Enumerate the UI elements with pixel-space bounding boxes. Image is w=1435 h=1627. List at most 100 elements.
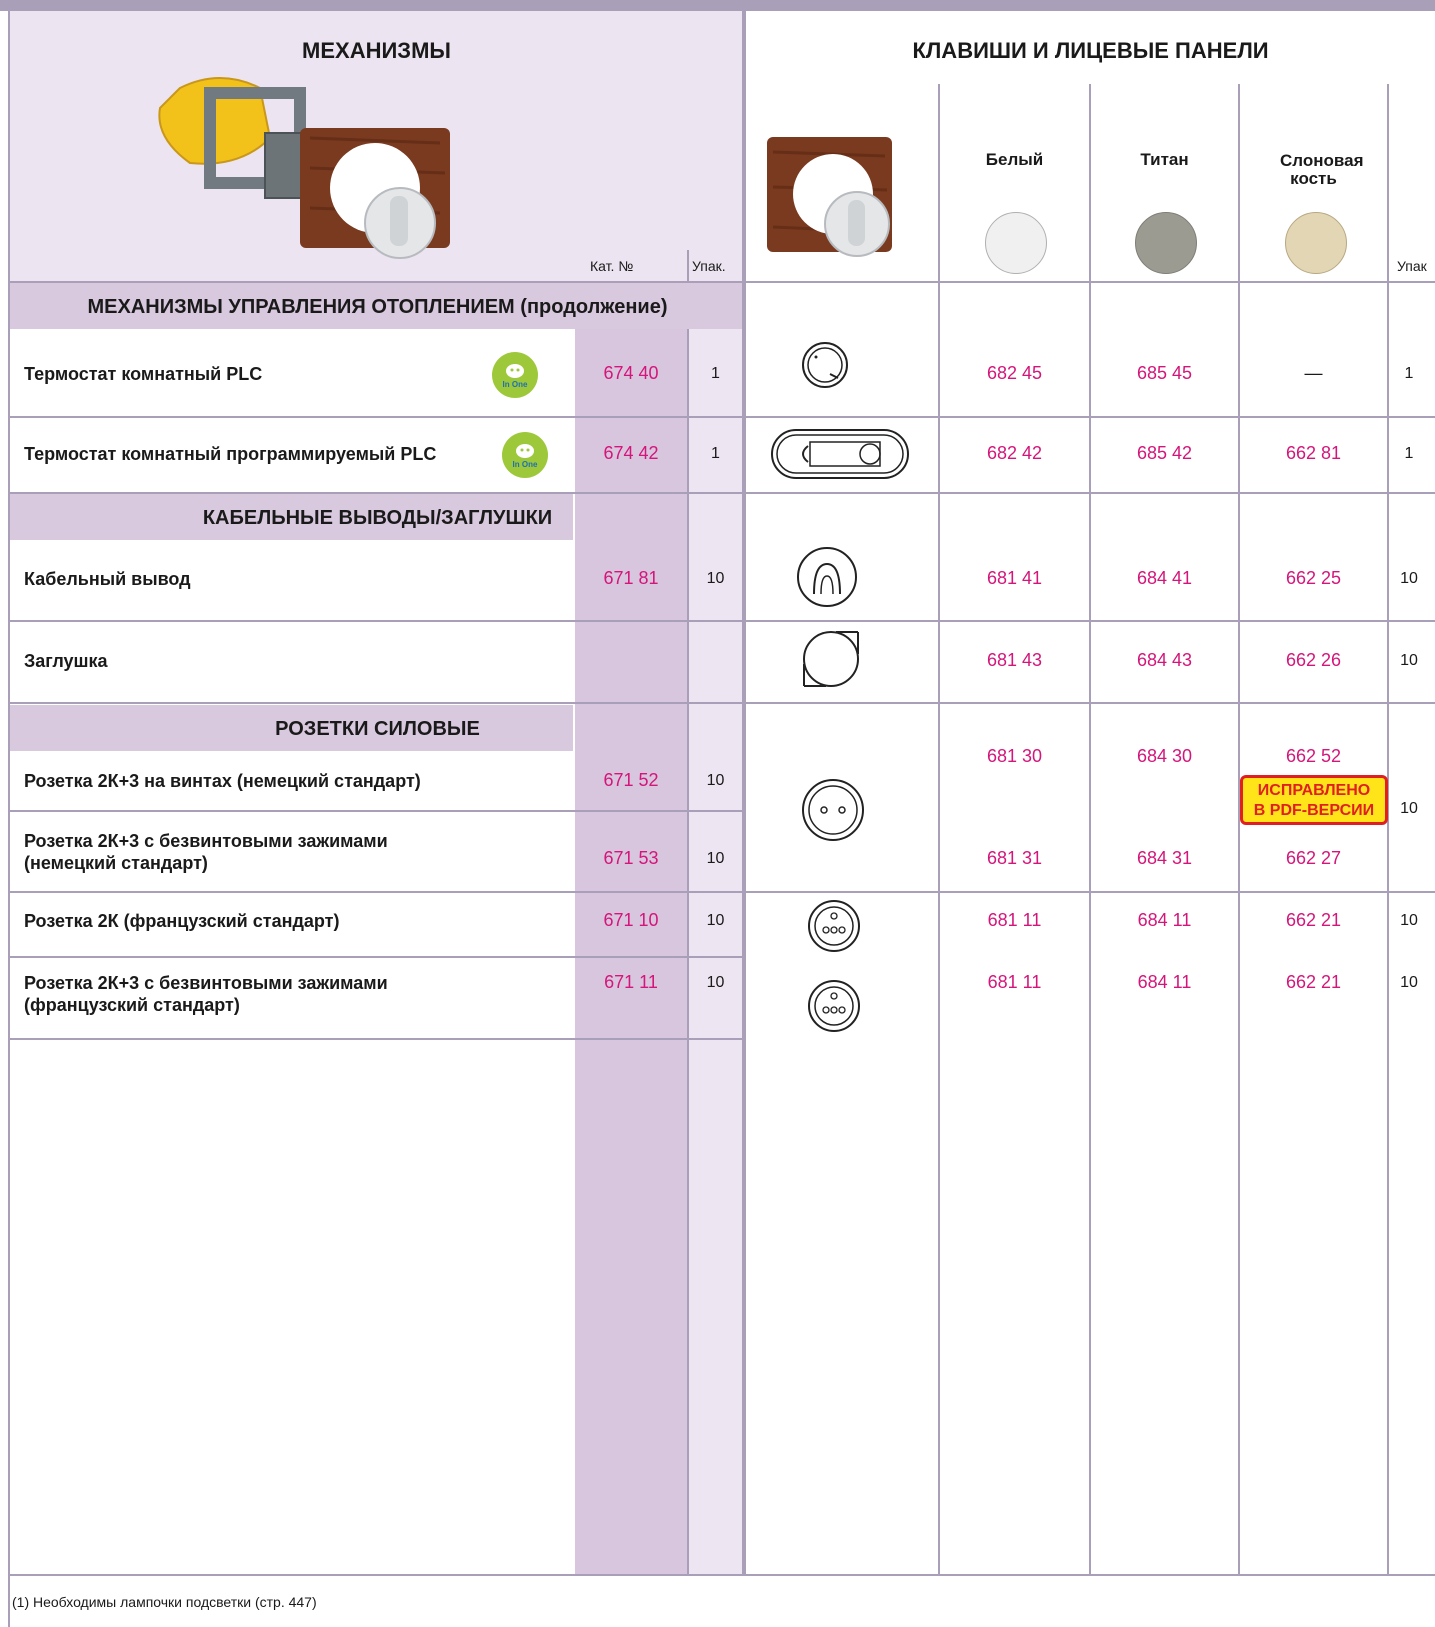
- left-header-title: МЕХАНИЗМЫ: [302, 38, 451, 63]
- swatch-white: [985, 212, 1047, 274]
- ivory-cat-number[interactable]: 662 25: [1240, 568, 1387, 589]
- plate-product-image: [767, 137, 892, 257]
- color-ivory-label: Слоновая кость: [1280, 151, 1364, 188]
- cat-number[interactable]: 671 53: [575, 848, 687, 869]
- blank-cover-icon: [803, 631, 859, 687]
- pack-qty-right: 10: [1400, 912, 1418, 929]
- mechanism-product-image: [158, 77, 450, 259]
- section-sockets-title: РОЗЕТКИ СИЛОВЫЕ: [275, 718, 480, 740]
- titan-cat-number[interactable]: 684 11: [1091, 910, 1238, 931]
- pack-qty: 1: [711, 445, 720, 462]
- plug-face-icon: [506, 363, 524, 378]
- row-label-thermostat-programmable: Термостат комнатный программируемый PLC: [24, 444, 437, 464]
- pack-qty-right: 1: [1404, 445, 1414, 462]
- cat-number[interactable]: 674 42: [575, 443, 687, 464]
- pack-qty: 10: [706, 772, 725, 789]
- titan-cat-number[interactable]: 685 45: [1091, 363, 1238, 384]
- cat-number-header: Кат. №: [590, 258, 634, 274]
- row-line-5-left: [8, 810, 745, 812]
- row-line-8-left: [8, 1038, 745, 1040]
- plug-face-icon: [516, 443, 534, 458]
- correction-stamp: ИСПРАВЛЕНО В PDF-ВЕРСИИ: [1240, 775, 1388, 825]
- cable-outlet-icon: [797, 547, 857, 607]
- white-cat-number[interactable]: 682 42: [940, 443, 1089, 464]
- row-line-4: [8, 702, 1435, 704]
- titan-cat-number[interactable]: 684 41: [1091, 568, 1238, 589]
- outer-left-border: [8, 11, 10, 1627]
- titan-cat-number[interactable]: 685 42: [1091, 443, 1238, 464]
- cat-number[interactable]: 671 11: [575, 972, 687, 993]
- swatch-ivory: [1285, 212, 1347, 274]
- thermostat-icon: [802, 342, 848, 388]
- ivory-cat-number[interactable]: 662 21: [1240, 910, 1387, 931]
- row-label-socket-french-screwless-l1: Розетка 2К+3 с безвинтовыми зажимами: [24, 973, 388, 993]
- in-one-badge-label: In One: [512, 459, 538, 469]
- french-socket-icon: [808, 980, 860, 1032]
- center-divider: [742, 11, 746, 1574]
- header-bottom-line: [8, 281, 1435, 283]
- col-white-left: [938, 84, 940, 1574]
- cat-number[interactable]: 671 81: [575, 568, 687, 589]
- row-label-blank-cover: Заглушка: [24, 651, 108, 671]
- white-cat-number[interactable]: 681 30: [940, 746, 1089, 767]
- titan-cat-number[interactable]: 684 30: [1091, 746, 1238, 767]
- pack-qty: 10: [706, 912, 725, 929]
- pack-header-right: Упак: [1397, 258, 1427, 274]
- pack-qty: 10: [706, 850, 725, 867]
- section-heating-title: МЕХАНИЗМЫ УПРАВЛЕНИЯ ОТОПЛЕНИЕМ (продолж…: [87, 296, 668, 318]
- row-line-2: [8, 492, 1435, 494]
- row-label-cable-outlet: Кабельный вывод: [24, 569, 191, 589]
- titan-cat-number[interactable]: 684 11: [1091, 972, 1238, 993]
- row-label-socket-german-screwless-l2: (немецкий стандарт): [24, 853, 208, 873]
- row-label-thermostat: Термостат комнатный PLC: [24, 364, 263, 384]
- french-socket-icon: [808, 900, 860, 952]
- correction-stamp-line1: ИСПРАВЛЕНО: [1257, 782, 1371, 799]
- in-one-badge-label: In One: [502, 379, 528, 389]
- pack-header-left: Упак.: [692, 258, 726, 274]
- white-cat-number[interactable]: 681 43: [940, 650, 1089, 671]
- row-label-socket-german-screw: Розетка 2К+3 на винтах (немецкий стандар…: [24, 771, 421, 791]
- cat-number[interactable]: 671 52: [575, 770, 687, 791]
- col-ivory-left: [1238, 84, 1240, 1574]
- white-cat-number[interactable]: 681 11: [940, 910, 1089, 931]
- programmable-thermostat-icon: [771, 429, 909, 479]
- ivory-cat-number[interactable]: 662 52: [1240, 746, 1387, 767]
- cat-number[interactable]: 671 10: [575, 910, 687, 931]
- row-label-socket-french: Розетка 2К (французский стандарт): [24, 911, 340, 931]
- white-cat-number[interactable]: 682 45: [940, 363, 1089, 384]
- row-line-3: [8, 620, 1435, 622]
- ivory-cat-number[interactable]: 662 81: [1240, 443, 1387, 464]
- pack-qty: 10: [706, 570, 725, 587]
- row-line-1: [8, 416, 1435, 418]
- row-line-7-left: [8, 956, 745, 958]
- white-cat-number[interactable]: 681 41: [940, 568, 1089, 589]
- pack-qty-right: 10: [1400, 570, 1418, 587]
- white-cat-number[interactable]: 681 31: [940, 848, 1089, 869]
- table-bottom-line: [8, 1574, 1435, 1576]
- top-band: [0, 0, 1435, 11]
- ivory-cat-number: —: [1304, 363, 1323, 383]
- color-titan-label: Титан: [1140, 150, 1189, 169]
- pack-qty-right: 10: [1400, 652, 1418, 669]
- ivory-cat-number[interactable]: 662 21: [1240, 972, 1387, 993]
- row-line-6: [8, 891, 1435, 893]
- row-label-socket-french-screwless-l2: (французский стандарт): [24, 995, 240, 1015]
- color-white-label: Белый: [985, 150, 1044, 169]
- footnote: (1) Необходимы лампочки подсветки (стр. …: [12, 1594, 317, 1610]
- ivory-cat-number[interactable]: 662 26: [1240, 650, 1387, 671]
- section-cable-title: КАБЕЛЬНЫЕ ВЫВОДЫ/ЗАГЛУШКИ: [202, 507, 553, 529]
- pack-qty-right: 10: [1400, 974, 1418, 991]
- titan-cat-number[interactable]: 684 43: [1091, 650, 1238, 671]
- correction-stamp-line2: В PDF-ВЕРСИИ: [1253, 802, 1375, 819]
- pack-qty: 10: [706, 974, 725, 991]
- ivory-cat-number[interactable]: 662 27: [1240, 848, 1387, 869]
- col-titan-left: [1089, 84, 1091, 1574]
- german-socket-icon: [802, 779, 864, 841]
- pack-qty: 1: [711, 365, 720, 382]
- row-label-socket-german-screwless-l1: Розетка 2К+3 с безвинтовыми зажимами: [24, 831, 388, 851]
- titan-cat-number[interactable]: 684 31: [1091, 848, 1238, 869]
- right-header-title: КЛАВИШИ И ЛИЦЕВЫЕ ПАНЕЛИ: [912, 38, 1269, 63]
- white-cat-number[interactable]: 681 11: [940, 972, 1089, 993]
- cat-number[interactable]: 674 40: [575, 363, 687, 384]
- swatch-titan: [1135, 212, 1197, 274]
